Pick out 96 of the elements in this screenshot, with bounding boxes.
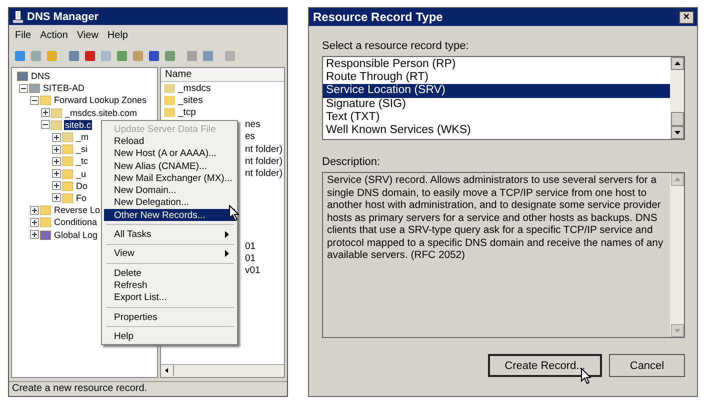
list-item[interactable]: v01 <box>245 265 260 276</box>
menu-item[interactable]: New Host (A or AAAA)... <box>104 148 235 160</box>
folder-icon <box>164 107 175 118</box>
list-item[interactable]: Signature (SIG) <box>323 98 670 111</box>
list-item[interactable]: 01 <box>245 253 256 264</box>
folder-icon <box>40 217 51 228</box>
expander-icon[interactable] <box>52 181 61 190</box>
list-item[interactable]: Service Location (SRV) <box>323 84 670 98</box>
tree-item[interactable]: Forward Lookup Zones <box>53 95 148 106</box>
toolbar-icon[interactable] <box>83 49 97 63</box>
list-item[interactable]: Responsible Person (RP) <box>323 58 670 72</box>
menu-item[interactable]: All Tasks <box>104 228 235 241</box>
expander-icon[interactable] <box>52 169 61 178</box>
dialog-button[interactable]: Create Record... <box>488 354 602 377</box>
menu-item[interactable]: Help <box>104 330 235 342</box>
expander-icon[interactable] <box>52 144 61 154</box>
menu-item[interactable]: Properties <box>104 310 235 324</box>
description-text: Service (SRV) record. Allows administrators to use several servers for a single DNS domain, to easily move a TCP/IP service from one host to another host with administration, and to designate some service provider hosts as primary servers for a service and other hosts as backups. DNS clients that use a SRV-type query ask for a specific TCP/IP service and protocol mapped to a specific DNS domain and receive the names of any available servers. (RFC 2052) <box>326 174 664 263</box>
dialog-title: Resource Record Type <box>313 10 443 24</box>
menu-item[interactable]: New Alias (CNAME)... <box>104 160 235 172</box>
tree-item[interactable]: _u <box>75 168 88 179</box>
tree-item[interactable]: _tc <box>75 156 90 166</box>
list-item[interactable]: 01 <box>245 241 256 252</box>
folder-icon <box>62 180 73 191</box>
tree-item[interactable]: Do <box>75 180 89 191</box>
folder-icon <box>40 95 51 106</box>
menu-item[interactable]: New Mail Exchanger (MX)... <box>104 172 235 184</box>
toolbar-icon[interactable] <box>115 49 129 63</box>
list-item[interactable]: nt folder) <box>245 156 282 167</box>
expander-icon[interactable] <box>30 206 39 215</box>
pointer-icon <box>581 368 591 384</box>
tree-item[interactable]: Global Log <box>53 230 99 240</box>
menu-item[interactable]: Export List... <box>104 292 235 304</box>
list-item[interactable]: nes <box>245 119 260 130</box>
scroll-thumb[interactable] <box>670 112 684 126</box>
tree-item[interactable]: DNS <box>30 71 52 82</box>
list-label: Select a resource record type: <box>322 40 470 52</box>
list-item[interactable]: nt folder) <box>245 144 282 155</box>
list-item[interactable]: _sites <box>178 94 203 106</box>
folder-icon <box>62 156 73 166</box>
tree-item[interactable]: _m <box>75 132 90 142</box>
tree-item[interactable]: siteb.c <box>64 120 92 130</box>
dialog-button[interactable]: Cancel <box>609 354 685 377</box>
menu-item[interactable]: View <box>76 30 98 40</box>
toolbar-icon[interactable] <box>67 49 81 63</box>
list-item[interactable]: Well Known Services (WKS) <box>323 124 670 138</box>
tree-item[interactable]: Reverse Lo <box>53 205 102 216</box>
list-item[interactable]: es <box>245 131 256 142</box>
description-label: Description: <box>322 156 382 168</box>
tree-item[interactable]: _si <box>75 144 89 154</box>
toolbar-icon[interactable] <box>13 49 27 63</box>
expander-icon[interactable] <box>19 84 28 93</box>
menu-item[interactable]: Reload <box>104 135 235 148</box>
folder-icon <box>164 95 175 106</box>
expander-icon[interactable] <box>41 120 50 130</box>
expander-icon[interactable] <box>30 230 39 240</box>
folder-icon <box>62 144 73 154</box>
menu-item[interactable]: File <box>15 30 32 40</box>
pointer-icon <box>229 205 239 221</box>
column-header[interactable]: Name <box>161 68 284 82</box>
expander-icon[interactable] <box>52 132 61 142</box>
toolbar-icon[interactable] <box>163 49 177 63</box>
menu-item[interactable]: New Delegation... <box>104 196 235 210</box>
toolbar-icon[interactable] <box>201 49 215 63</box>
list-item[interactable]: Text (TXT) <box>323 110 670 124</box>
expander-icon[interactable] <box>52 193 61 202</box>
list-item[interactable]: nt folder) <box>245 168 282 179</box>
folder-icon <box>40 205 51 216</box>
menu-item[interactable]: Delete <box>104 266 235 280</box>
tree-item[interactable]: SITEB-AD <box>42 83 86 94</box>
list-item[interactable]: _msdcs <box>178 82 211 94</box>
expander-icon[interactable] <box>41 108 50 118</box>
horizontal-scrollbar[interactable] <box>161 364 284 377</box>
title-text: DNS Manager <box>27 10 99 22</box>
menu-item[interactable]: View <box>104 248 235 260</box>
list-item[interactable]: Route Through (RT) <box>323 71 670 84</box>
vertical-scrollbar[interactable] <box>670 57 684 139</box>
close-button[interactable]: × <box>679 10 694 24</box>
scroll-down-icon[interactable] <box>670 126 684 139</box>
menu-item[interactable]: New Domain... <box>104 184 235 197</box>
menu-item[interactable]: Help <box>107 30 128 40</box>
list-item[interactable]: _tcp <box>178 106 196 118</box>
status-bar: Create a new resource record. <box>9 381 287 396</box>
tree-item[interactable]: _msdcs.siteb.com <box>64 108 138 118</box>
menu-item[interactable]: Refresh <box>104 279 235 292</box>
expander-icon[interactable] <box>52 156 61 166</box>
expander-icon[interactable] <box>30 96 39 105</box>
folder-icon <box>62 192 73 203</box>
scroll-up-icon[interactable] <box>670 57 684 70</box>
folder-icon <box>62 168 73 179</box>
tree-item[interactable]: Conditiona <box>53 217 98 228</box>
toolbar-icon[interactable] <box>147 49 161 63</box>
menu-item[interactable]: Action <box>40 30 68 40</box>
expander-icon[interactable] <box>30 218 39 227</box>
tree-item[interactable]: Fo <box>75 192 88 203</box>
menu-item[interactable]: Other New Records... <box>104 209 235 222</box>
